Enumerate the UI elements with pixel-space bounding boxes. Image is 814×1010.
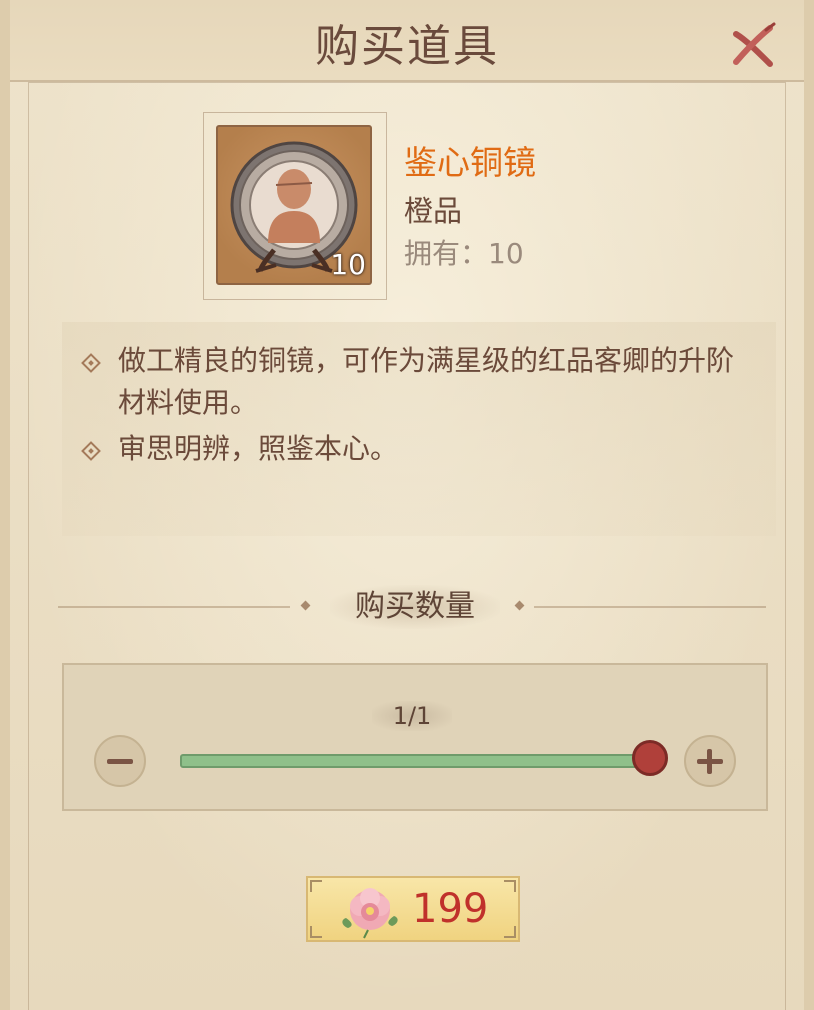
divider-line <box>58 606 290 608</box>
corner-ornament <box>310 880 322 892</box>
diamond-ornament-icon <box>514 600 525 611</box>
slider-handle[interactable] <box>632 740 668 776</box>
quantity-slider[interactable] <box>180 754 650 768</box>
description-text: 做工精良的铜镜，可作为满星级的红品客卿的升阶材料使用。 <box>118 344 735 419</box>
item-owned-count: 拥有：10 <box>404 237 524 270</box>
peony-flower-icon <box>342 888 398 939</box>
plus-icon <box>707 749 712 774</box>
decrease-button[interactable] <box>94 735 146 787</box>
description-line: 做工精良的铜镜，可作为满星级的红品客卿的升阶材料使用。 <box>80 340 740 424</box>
dialog-title: 购买道具 <box>315 21 499 72</box>
description-text: 审思明辨，照鉴本心。 <box>118 432 399 465</box>
item-description: 做工精良的铜镜，可作为满星级的红品客卿的升阶材料使用。 审思明辨，照鉴本心。 <box>62 322 776 536</box>
diamond-ornament-icon <box>300 600 311 611</box>
price-amount: 199 <box>412 886 489 932</box>
close-button[interactable] <box>730 22 776 68</box>
quantity-section-header: 购买数量 <box>58 585 766 629</box>
quantity-selector: 1/1 <box>62 663 768 811</box>
close-icon <box>733 22 776 67</box>
quantity-section-label: 购买数量 <box>330 585 500 629</box>
purchase-dialog: 购买道具 10 鉴心铜镜 橙品 拥有：10 做工精良的铜镜，可作为满星级的红品客… <box>0 0 814 1010</box>
corner-ornament <box>310 926 322 938</box>
item-grade: 橙品 <box>404 194 463 228</box>
divider-line <box>534 606 766 608</box>
buy-button[interactable]: 199 <box>306 876 520 942</box>
item-name: 鉴心铜镜 <box>404 143 536 182</box>
quantity-readout: 1/1 <box>372 701 452 731</box>
increase-button[interactable] <box>684 735 736 787</box>
item-count-badge: 10 <box>330 248 366 281</box>
corner-ornament <box>504 926 516 938</box>
item-icon-frame: 10 <box>216 125 372 285</box>
minus-icon <box>107 759 133 764</box>
dialog-header: 购买道具 <box>10 0 804 82</box>
item-slot: 10 <box>203 112 387 300</box>
description-line: 审思明辨，照鉴本心。 <box>80 428 740 470</box>
corner-ornament <box>504 880 516 892</box>
